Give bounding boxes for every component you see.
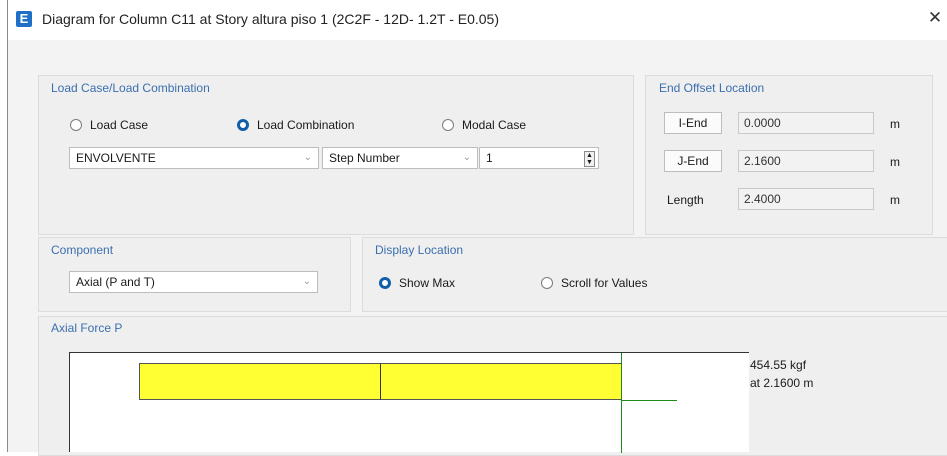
axial-force-fill-right <box>380 363 622 400</box>
chevron-down-icon: ⌄ <box>302 276 311 287</box>
length-value-field: 2.4000 <box>738 188 874 210</box>
display-location-group-title: Display Location <box>375 243 464 257</box>
radio-load-combination[interactable]: Load Combination <box>237 118 354 132</box>
close-icon[interactable]: ✕ <box>925 8 945 28</box>
component-select[interactable]: Axial (P and T) ⌄ <box>69 271 318 293</box>
radio-load-case[interactable]: Load Case <box>70 118 148 132</box>
j-end-button[interactable]: J-End <box>664 150 722 172</box>
step-number-label: Step Number <box>329 151 400 165</box>
app-icon: E <box>16 11 32 27</box>
chevron-down-icon: ⌄ <box>462 152 471 163</box>
radio-modal-case-label: Modal Case <box>462 118 527 132</box>
radio-load-case-indicator <box>70 119 82 131</box>
step-number-select[interactable]: Step Number ⌄ <box>322 147 478 169</box>
step-number-value: 1 <box>486 151 493 165</box>
load-combination-select[interactable]: ENVOLVENTE ⌄ <box>69 147 319 169</box>
step-number-stepper[interactable]: 1 ▲ ▼ <box>479 147 599 169</box>
radio-modal-case-indicator <box>442 119 454 131</box>
radio-modal-case[interactable]: Modal Case <box>442 118 526 132</box>
radio-load-case-label: Load Case <box>90 118 149 132</box>
radio-load-combination-label: Load Combination <box>257 118 355 132</box>
load-case-group-title: Load Case/Load Combination <box>51 81 210 95</box>
axial-force-plot <box>69 352 749 453</box>
i-end-unit: m <box>890 117 900 131</box>
radio-load-combination-indicator <box>237 119 249 131</box>
radio-scroll-for-values-indicator <box>541 277 553 289</box>
radio-scroll-for-values[interactable]: Scroll for Values <box>541 276 647 290</box>
radio-show-max-label: Show Max <box>399 276 456 290</box>
diagram-window: E Diagram for Column C11 at Story altura… <box>7 0 947 456</box>
title-bar: E Diagram for Column C11 at Story altura… <box>8 0 947 40</box>
component-group-title: Component <box>51 243 114 257</box>
radio-scroll-for-values-label: Scroll for Values <box>561 276 648 290</box>
i-end-value-field[interactable]: 0.0000 <box>738 112 874 134</box>
baseline <box>621 400 677 401</box>
axial-force-fill-left <box>139 363 381 400</box>
max-location-label: at 2.1600 m <box>750 376 814 390</box>
i-end-button[interactable]: I-End <box>664 112 722 134</box>
component-value: Axial (P and T) <box>76 275 155 289</box>
end-offset-group-title: End Offset Location <box>659 81 765 95</box>
j-end-value-field[interactable]: 2.1600 <box>738 150 874 172</box>
radio-show-max[interactable]: Show Max <box>379 276 455 290</box>
spin-arrows-icon[interactable]: ▲ ▼ <box>584 151 595 167</box>
load-combination-value: ENVOLVENTE <box>76 151 156 165</box>
length-label: Length <box>667 193 704 207</box>
length-unit: m <box>890 193 900 207</box>
window-title: Diagram for Column C11 at Story altura p… <box>42 11 499 27</box>
axial-force-title: Axial Force P <box>51 321 123 335</box>
radio-show-max-indicator <box>379 277 391 289</box>
chevron-down-icon: ⌄ <box>303 152 312 163</box>
j-end-unit: m <box>890 155 900 169</box>
max-value-label: 454.55 kgf <box>750 358 807 372</box>
max-location-marker <box>621 353 622 453</box>
